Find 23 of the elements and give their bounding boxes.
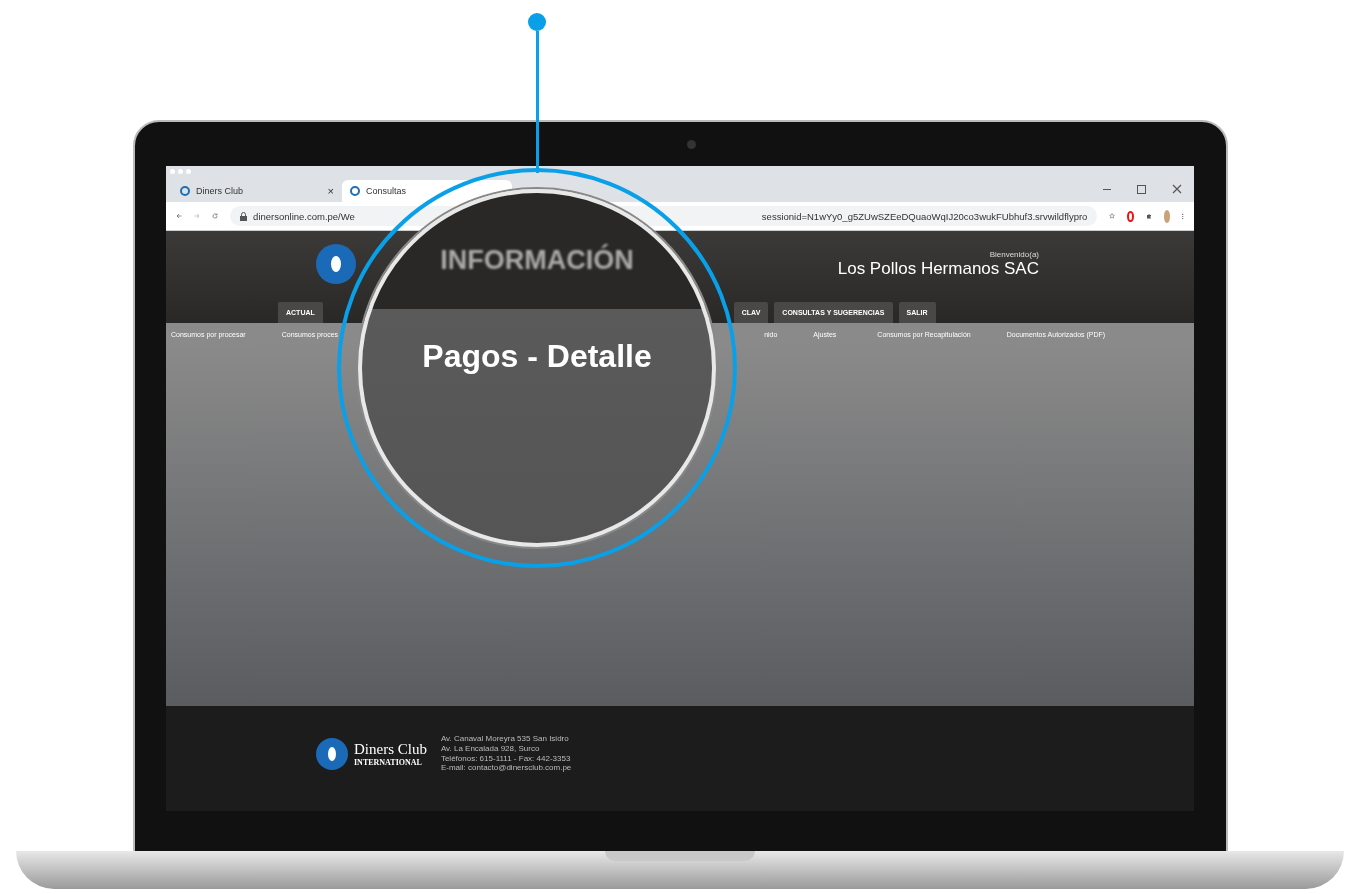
avatar-icon[interactable]: [1163, 209, 1171, 223]
brand-subtitle: INTERNATIONAL: [354, 757, 423, 767]
address-line: Teléfonos: 615-1111 - Fax: 442-3353: [440, 753, 572, 764]
company-name: Los Pollos Hermanos SAC: [837, 258, 1039, 279]
section-heading: INFORMACIÓN: [440, 245, 634, 276]
browser-tab[interactable]: Diners Club ×: [172, 180, 342, 202]
browser-tab[interactable]: Consultas: [342, 180, 512, 202]
ring-icon[interactable]: [1127, 210, 1134, 222]
minimize-icon[interactable]: [1103, 188, 1111, 190]
restore-icon[interactable]: [1137, 184, 1146, 194]
reload-icon[interactable]: [212, 210, 219, 222]
logo-icon: [316, 244, 356, 284]
address-line: Av. Canaval Moreyra 535 San Isidro: [440, 734, 570, 744]
star-icon[interactable]: [1109, 210, 1116, 222]
address-line: Av. La Encalada 928, Surco: [440, 743, 541, 754]
lock-icon: [240, 211, 248, 221]
brand-name: Diners Club: [354, 740, 427, 758]
page-title: Pagos - Detalle: [422, 338, 652, 375]
camera-icon: [687, 140, 696, 149]
logo-icon: [316, 737, 348, 770]
welcome-label: Bienvenido(a): [989, 249, 1039, 259]
address-line: E-mail: contacto@dinersclub.com.pe: [440, 763, 572, 773]
close-icon[interactable]: [1172, 184, 1182, 194]
